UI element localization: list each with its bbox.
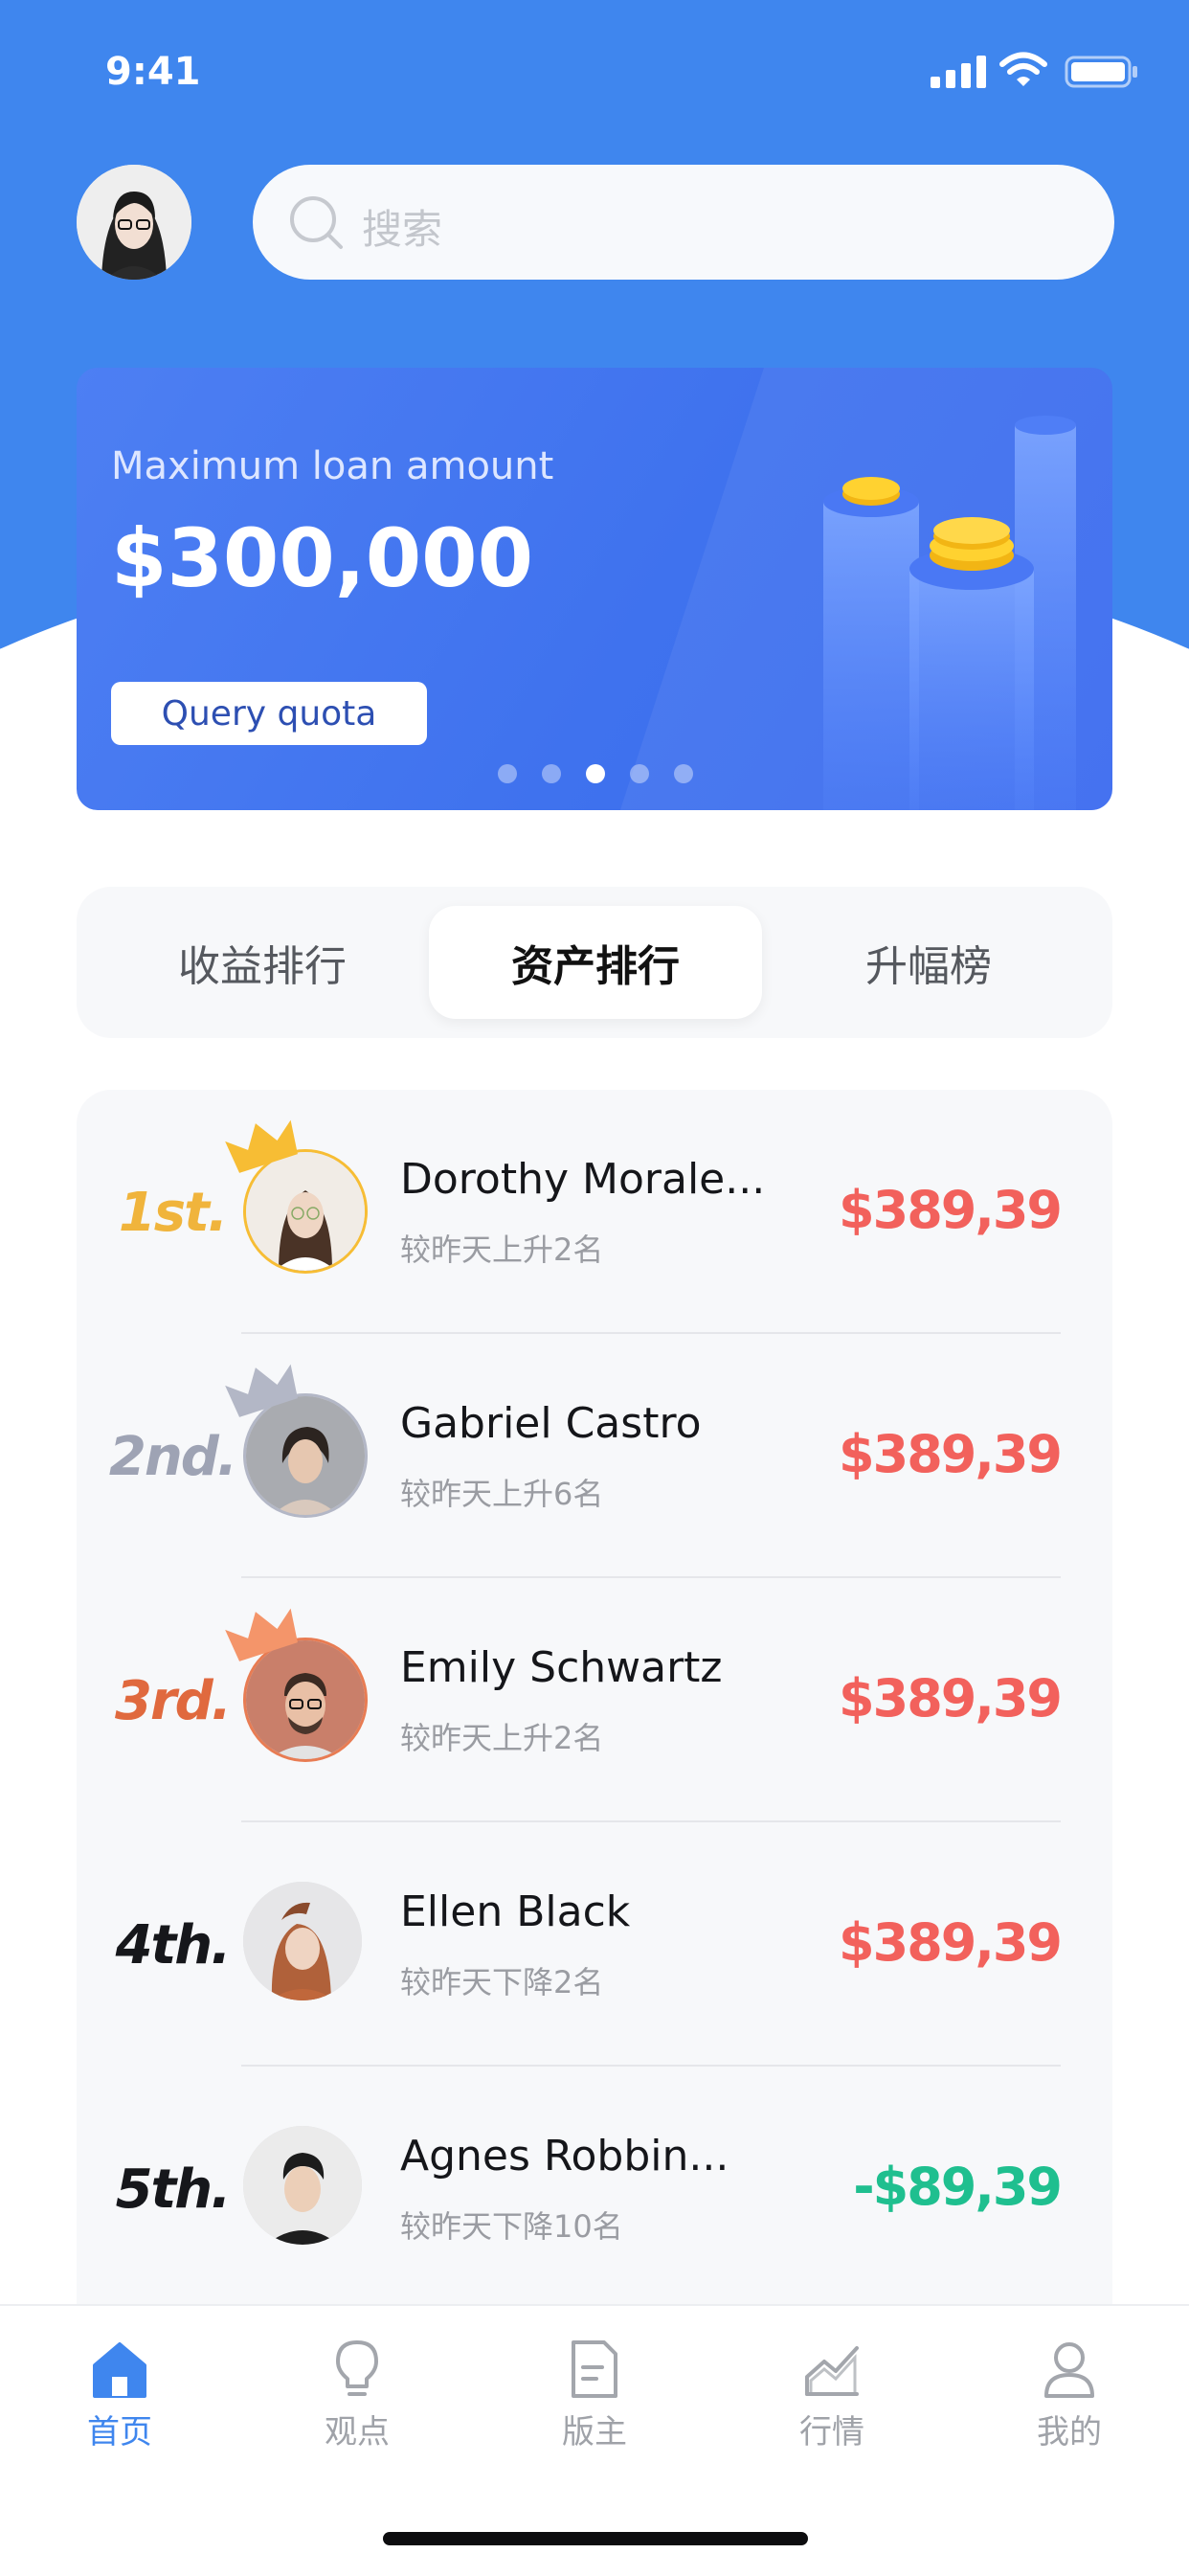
banner-dot-active[interactable] [586, 764, 605, 783]
nav-home[interactable]: 首页 [53, 2339, 187, 2452]
rank-position: 1st. [118, 1182, 228, 1244]
nav-viewpoints[interactable]: 观点 [290, 2339, 424, 2452]
nav-moderator[interactable]: 版主 [527, 2339, 662, 2452]
document-icon [572, 2340, 617, 2398]
banner-amount: $300,000 [111, 511, 534, 605]
query-quota-button[interactable]: Query quota [111, 682, 427, 745]
ranking-row[interactable]: 1st. Dorothy Morale... 较昨天上升2名 $389,39 [77, 1090, 1112, 1334]
ranking-row[interactable]: 3rd. Emily Schwartz 较昨天上升2名 $389,39 [77, 1578, 1112, 1822]
coins-illustration [823, 416, 1076, 810]
ranking-change: 较昨天上升2名 [400, 1720, 604, 1756]
search-placeholder[interactable]: 搜索 [362, 197, 442, 256]
status-time: 9:41 [105, 50, 201, 94]
avatar-portrait [77, 165, 191, 280]
ranking-row[interactable]: 5th. Agnes Robbin... 较昨天下降10名 -$89,39 [77, 2067, 1112, 2311]
banner-dot[interactable] [674, 764, 693, 783]
nav-market[interactable]: 行情 [765, 2339, 899, 2452]
rank-position: 4th. [115, 1914, 232, 1977]
ranking-value: $389,39 [839, 1912, 1063, 1973]
ranking-value: -$89,39 [853, 2157, 1063, 2217]
banner-subtitle: Maximum loan amount [111, 444, 554, 488]
avatar [243, 1882, 362, 2000]
banner-dot[interactable] [498, 764, 517, 783]
chart-icon [805, 2346, 859, 2396]
ranking-value: $389,39 [839, 1180, 1063, 1240]
rank-position: 2nd. [108, 1426, 237, 1488]
user-avatar[interactable] [77, 165, 191, 280]
rank-position: 3rd. [115, 1670, 232, 1732]
ranking-row[interactable]: 2nd. Gabriel Castro 较昨天上升6名 $389,39 [77, 1334, 1112, 1578]
ranking-list: 1st. Dorothy Morale... 较昨天上升2名 $389,39 2… [77, 1090, 1112, 2450]
ranking-row[interactable]: 4th. Ellen Black 较昨天下降2名 $389,39 [77, 1822, 1112, 2067]
loan-banner[interactable]: Maximum loan amount $300,000 Query quota [77, 368, 1112, 810]
nav-label: 首页 [87, 2413, 152, 2452]
ranking-name: Agnes Robbin... [400, 2132, 729, 2181]
avatar [243, 2126, 362, 2245]
search-icon [290, 196, 343, 249]
ranking-change: 较昨天下降2名 [400, 1964, 604, 2000]
lightbulb-icon [336, 2340, 378, 2396]
ranking-change: 较昨天上升2名 [400, 1232, 604, 1268]
wifi-icon [999, 52, 1047, 86]
rank-position: 5th. [115, 2158, 232, 2221]
home-indicator [383, 2532, 808, 2545]
banner-dot[interactable] [542, 764, 561, 783]
tab-assets-ranking[interactable]: 资产排行 [429, 906, 762, 1019]
ranking-value: $389,39 [839, 1424, 1063, 1484]
battery-icon [1065, 56, 1137, 88]
nav-label: 观点 [325, 2413, 390, 2452]
tab-earnings-ranking[interactable]: 收益排行 [96, 906, 429, 1019]
ranking-value: $389,39 [839, 1668, 1063, 1729]
banner-dot[interactable] [630, 764, 649, 783]
ranking-name: Ellen Black [400, 1887, 631, 1936]
ranking-change: 较昨天上升6名 [400, 1476, 604, 1512]
ranking-change: 较昨天下降10名 [400, 2208, 623, 2245]
nav-label: 版主 [562, 2413, 627, 2452]
ranking-name: Emily Schwartz [400, 1643, 723, 1692]
nav-profile[interactable]: 我的 [1002, 2339, 1136, 2452]
tab-gainers[interactable]: 升幅榜 [762, 906, 1095, 1019]
profile-icon [1044, 2342, 1094, 2398]
home-icon [93, 2342, 146, 2398]
signal-icon [931, 56, 986, 88]
nav-label: 行情 [799, 2413, 864, 2452]
banner-pagination [498, 764, 693, 783]
ranking-name: Gabriel Castro [400, 1399, 702, 1448]
ranking-name: Dorothy Morale... [400, 1155, 766, 1204]
nav-label: 我的 [1037, 2413, 1102, 2452]
ranking-tabs: 收益排行 资产排行 升幅榜 [77, 887, 1112, 1038]
